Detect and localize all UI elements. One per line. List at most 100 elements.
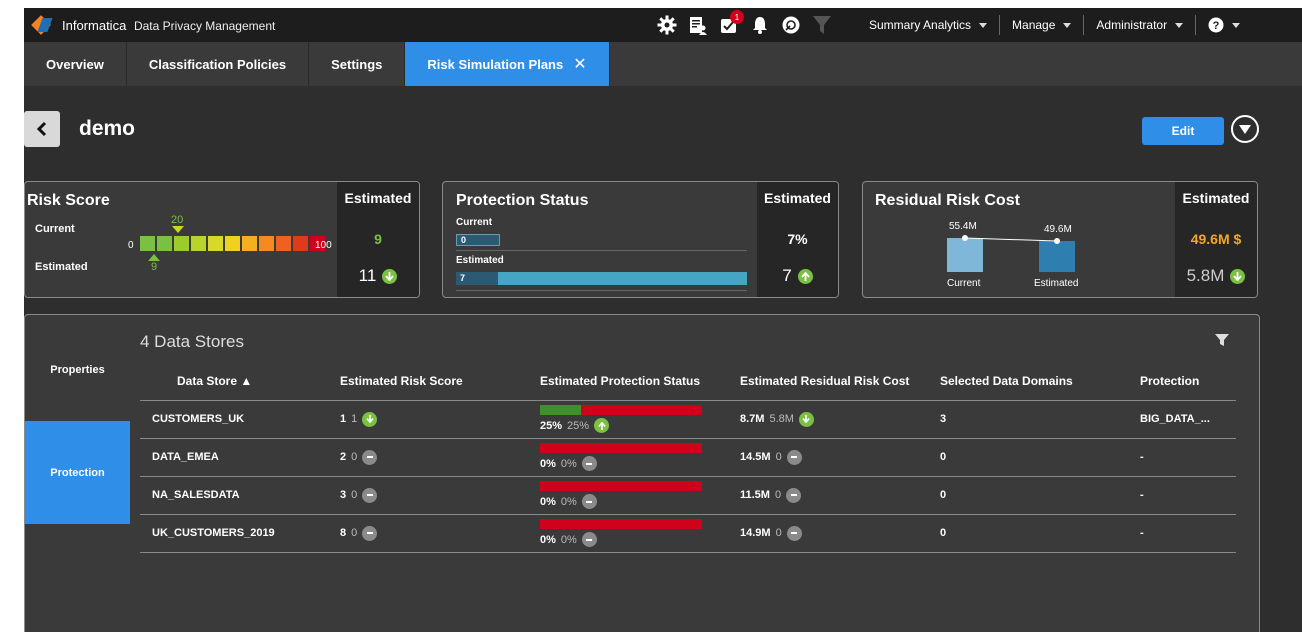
tab-settings[interactable]: Settings [309, 42, 406, 86]
cell-protection[interactable]: - [1140, 438, 1236, 477]
risk-value: 8 [340, 527, 347, 539]
protection-change: 0% [560, 533, 577, 546]
arrow-down-icon [382, 268, 398, 284]
change-value: 7 [782, 266, 792, 285]
cell-protection[interactable]: BIG_DATA_... [1140, 400, 1236, 439]
side-item-protection[interactable]: Protection [25, 421, 130, 524]
protection-value: 0% [540, 495, 556, 508]
col-risk-score[interactable]: Estimated Risk Score [340, 362, 540, 401]
cell-protection[interactable]: - [1140, 514, 1236, 553]
estimated-label: Estimated [35, 261, 88, 273]
cost-value: 14.9M [740, 527, 771, 539]
top-menus: Summary Analytics Manage Administrator ? [857, 8, 1252, 42]
top-bar: Informatica Data Privacy Management 1 Su… [24, 8, 1302, 42]
protection-bar [540, 405, 702, 415]
col-protection[interactable]: Protection [1140, 362, 1236, 401]
current-cost-value: 55.4M [949, 221, 977, 232]
cost-change: 0 [775, 451, 782, 463]
risk-value: 2 [340, 451, 347, 463]
estimated-header: Estimated [344, 190, 412, 206]
col-residual-cost[interactable]: Estimated Residual Risk Cost [740, 362, 940, 401]
help-menu[interactable]: ? [1196, 15, 1252, 35]
risk-score-card: Risk Score Current Estimated 20 0 100 9 … [24, 181, 420, 298]
tab-bar: Overview Classification Policies Setting… [24, 42, 1302, 86]
cell-protection-status: 25% 25% [540, 400, 740, 439]
estimated-bar-label: Estimated [1034, 278, 1079, 289]
cell-data-store[interactable]: NA_SALESDATA [140, 476, 340, 515]
tab-label: Risk Simulation Plans [427, 56, 564, 72]
col-data-store[interactable]: Data Store ▲ [140, 362, 340, 401]
filter-icon[interactable] [1215, 333, 1229, 347]
chevron-left-icon [36, 121, 47, 137]
cell-data-store[interactable]: UK_CUSTOMERS_2019 [140, 514, 340, 553]
estimated-value: 9 [374, 231, 382, 247]
current-bar: 0 [456, 234, 500, 246]
estimated-panel: Estimated 49.6M $ 5.8M [1175, 182, 1257, 297]
table-row[interactable]: NA_SALESDATA 3 0 0% 0% 11.5M 0 0- [140, 476, 1236, 515]
tab-classification-policies[interactable]: Classification Policies [127, 42, 310, 86]
svg-text:?: ? [1213, 20, 1220, 32]
cell-protection-status: 0% 0% [540, 438, 740, 477]
protection-bar [540, 443, 702, 453]
minus-icon [786, 449, 802, 465]
panel-title: 4 Data Stores [140, 332, 244, 351]
product-name: Data Privacy Management [133, 18, 276, 33]
cost-change: 5.8M [769, 413, 794, 425]
risk-value: 1 [340, 413, 347, 425]
estimated-header: Estimated [764, 190, 831, 206]
side-item-properties[interactable]: Properties [25, 355, 130, 385]
chevron-down-circle-icon[interactable] [1230, 114, 1260, 144]
col-domains[interactable]: Selected Data Domains [940, 362, 1140, 401]
protection-change: 0% [560, 495, 577, 508]
current-bar-label: Current [947, 278, 981, 289]
funnel-icon[interactable] [811, 14, 833, 36]
risk-change: 0 [351, 451, 358, 463]
back-button[interactable] [24, 111, 60, 147]
tab-overview[interactable]: Overview [24, 42, 127, 86]
tasks-icon[interactable]: 1 [718, 10, 744, 36]
col-protection-status[interactable]: Estimated Protection Status [540, 362, 740, 401]
risk-scale [140, 236, 325, 251]
cell-residual-cost: 11.5M 0 [740, 476, 940, 515]
minus-icon [581, 494, 597, 509]
cell-domains: 0 [940, 476, 1140, 515]
divider [456, 290, 747, 291]
manage-menu[interactable]: Manage [1000, 15, 1085, 35]
close-icon[interactable]: ✕ [573, 54, 586, 74]
cell-residual-cost: 8.7M 5.8M [740, 400, 940, 439]
protection-value: 0% [540, 457, 556, 470]
app-window: Informatica Data Privacy Management 1 Su… [24, 8, 1302, 632]
cell-protection[interactable]: - [1140, 476, 1236, 515]
menu-label: Administrator [1096, 18, 1168, 32]
cell-data-store[interactable]: CUSTOMERS_UK [140, 400, 340, 439]
protection-change: 25% [567, 419, 590, 432]
cell-risk-score: 11 [340, 400, 540, 439]
document-user-icon[interactable] [687, 14, 709, 36]
cell-data-store[interactable]: DATA_EMEA [140, 438, 340, 477]
minus-icon [581, 456, 597, 471]
cell-protection-status: 0% 0% [540, 514, 740, 553]
side-nav: Properties Protection [25, 315, 130, 632]
unprotected-portion [540, 519, 702, 529]
cost-bar-chart [947, 235, 1075, 272]
cost-change: 0 [774, 489, 782, 501]
cell-risk-score: 80 [340, 514, 540, 553]
risk-change: 0 [351, 527, 358, 539]
data-stores-panel: Properties Protection 4 Data Stores Data… [24, 314, 1260, 632]
tab-risk-simulation-plans[interactable]: Risk Simulation Plans ✕ [405, 42, 610, 86]
bell-icon[interactable] [749, 14, 771, 36]
cell-domains: 3 [940, 400, 1140, 439]
edit-button[interactable]: Edit [1142, 117, 1224, 145]
protection-value: 0% [540, 533, 556, 546]
table-row[interactable]: CUSTOMERS_UK 1 1 25% 25% 8.7M 5.8M 3 BIG_DATA_..… [140, 400, 1236, 439]
minus-icon [786, 487, 802, 503]
administrator-menu[interactable]: Administrator [1084, 15, 1197, 35]
table-row[interactable]: DATA_EMEA 2 0 0% 0% 14.5M 0 0- [140, 438, 1236, 477]
gear-icon[interactable] [656, 14, 678, 36]
summary-analytics-menu[interactable]: Summary Analytics [857, 15, 1001, 35]
protection-change: 0% [560, 457, 577, 470]
discovery-icon[interactable] [780, 14, 802, 36]
estimated-change: 7 [757, 266, 838, 286]
table-row[interactable]: UK_CUSTOMERS_2019 8 0 0% 0% 14.9M 0 0- [140, 514, 1236, 553]
chevron-down-icon [1063, 22, 1072, 28]
